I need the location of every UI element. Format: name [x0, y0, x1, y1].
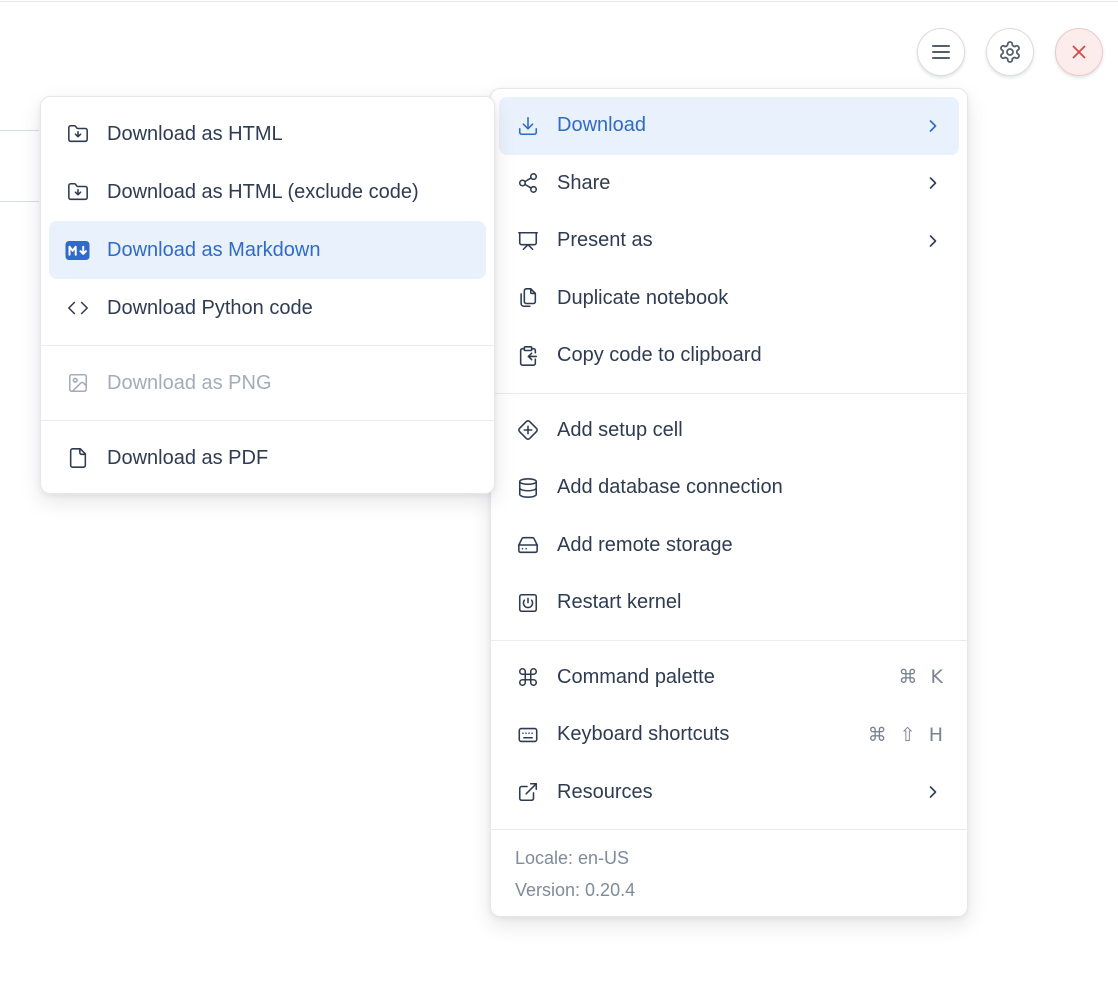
locale-text: Locale: en-US — [515, 842, 943, 874]
shortcut-hint: ⌘ K — [899, 666, 944, 688]
menu-item-label: Resources — [557, 781, 653, 804]
shortcut-hint: ⌘ ⇧ H — [868, 724, 943, 746]
folder-down-icon — [65, 123, 90, 145]
hard-drive-icon — [515, 534, 540, 556]
version-text: Version: 0.20.4 — [515, 874, 943, 906]
menu-item-duplicate-notebook[interactable]: Duplicate notebook — [499, 270, 959, 328]
chevron-right-icon — [923, 782, 943, 802]
menu-item-label: Download as HTML — [107, 123, 283, 146]
settings-button[interactable] — [986, 28, 1034, 76]
menu-item-label: Command palette — [557, 666, 715, 689]
share-icon — [515, 172, 540, 194]
menu-item-restart-kernel[interactable]: Restart kernel — [499, 574, 959, 632]
menu-item-download-as-html-exclude-code[interactable]: Download as HTML (exclude code) — [49, 163, 486, 221]
database-icon — [515, 477, 540, 499]
download-submenu: Download as HTML Download as HTML (exclu… — [40, 96, 495, 494]
notebook-menu: Download Share Present as Duplicate note… — [490, 88, 968, 917]
menu-item-label: Share — [557, 172, 610, 195]
chevron-right-icon — [923, 231, 943, 251]
menu-item-keyboard-shortcuts[interactable]: Keyboard shortcuts ⌘ ⇧ H — [499, 706, 959, 764]
menu-item-label: Download — [557, 114, 646, 137]
external-link-icon — [515, 781, 540, 803]
power-square-icon — [515, 592, 540, 614]
file-icon — [65, 447, 90, 469]
menu-separator — [491, 393, 967, 394]
menu-item-add-remote-storage[interactable]: Add remote storage — [499, 517, 959, 575]
menu-separator — [491, 640, 967, 641]
close-icon — [1068, 41, 1090, 63]
keyboard-icon — [515, 724, 540, 746]
menu-separator — [41, 420, 494, 421]
menu-item-resources[interactable]: Resources — [499, 764, 959, 822]
menu-item-present-as[interactable]: Present as — [499, 212, 959, 270]
menu-item-command-palette[interactable]: Command palette ⌘ K — [499, 649, 959, 707]
diamond-plus-icon — [515, 419, 540, 441]
menu-item-share[interactable]: Share — [499, 155, 959, 213]
menu-item-add-database-connection[interactable]: Add database connection — [499, 459, 959, 517]
command-icon — [515, 666, 540, 688]
menu-item-download-as-markdown[interactable]: Download as Markdown — [49, 221, 486, 279]
menu-item-label: Download as HTML (exclude code) — [107, 181, 419, 204]
menu-separator — [41, 345, 494, 346]
menu-item-download-as-png[interactable]: Download as PNG — [49, 354, 486, 412]
menu-item-label: Download Python code — [107, 297, 313, 320]
files-icon — [515, 287, 540, 309]
chevron-right-icon — [923, 116, 943, 136]
menu-item-label: Add database connection — [557, 476, 783, 499]
menu-button[interactable] — [917, 28, 965, 76]
notebook-toolbar — [917, 28, 1103, 76]
menu-item-label: Add setup cell — [557, 419, 683, 442]
menu-item-add-setup-cell[interactable]: Add setup cell — [499, 402, 959, 460]
chevron-right-icon — [923, 173, 943, 193]
background-cell-line — [0, 130, 39, 131]
page-top-border — [0, 1, 1118, 2]
menu-item-download-as-html[interactable]: Download as HTML — [49, 105, 486, 163]
code-icon — [65, 297, 90, 319]
gear-icon — [998, 40, 1022, 64]
menu-item-label: Download as PDF — [107, 447, 268, 470]
menu-icon — [929, 40, 953, 64]
menu-item-label: Add remote storage — [557, 534, 733, 557]
menu-item-download[interactable]: Download — [499, 97, 959, 155]
menu-item-download-as-pdf[interactable]: Download as PDF — [49, 429, 486, 487]
folder-down-icon — [65, 181, 90, 203]
menu-item-label: Keyboard shortcuts — [557, 723, 729, 746]
menu-footer: Locale: en-US Version: 0.20.4 — [491, 830, 967, 916]
markdown-icon — [65, 240, 90, 261]
menu-item-label: Present as — [557, 229, 653, 252]
clipboard-copy-icon — [515, 345, 540, 367]
presentation-icon — [515, 230, 540, 252]
menu-item-label: Copy code to clipboard — [557, 344, 762, 367]
menu-item-label: Duplicate notebook — [557, 287, 728, 310]
menu-item-download-python-code[interactable]: Download Python code — [49, 279, 486, 337]
background-cell-line — [0, 201, 39, 202]
menu-item-label: Restart kernel — [557, 591, 682, 614]
menu-item-label: Download as Markdown — [107, 239, 320, 262]
close-button[interactable] — [1055, 28, 1103, 76]
menu-item-label: Download as PNG — [107, 372, 272, 395]
image-icon — [65, 372, 90, 394]
menu-item-copy-code-to-clipboard[interactable]: Copy code to clipboard — [499, 327, 959, 385]
download-icon — [515, 115, 540, 137]
